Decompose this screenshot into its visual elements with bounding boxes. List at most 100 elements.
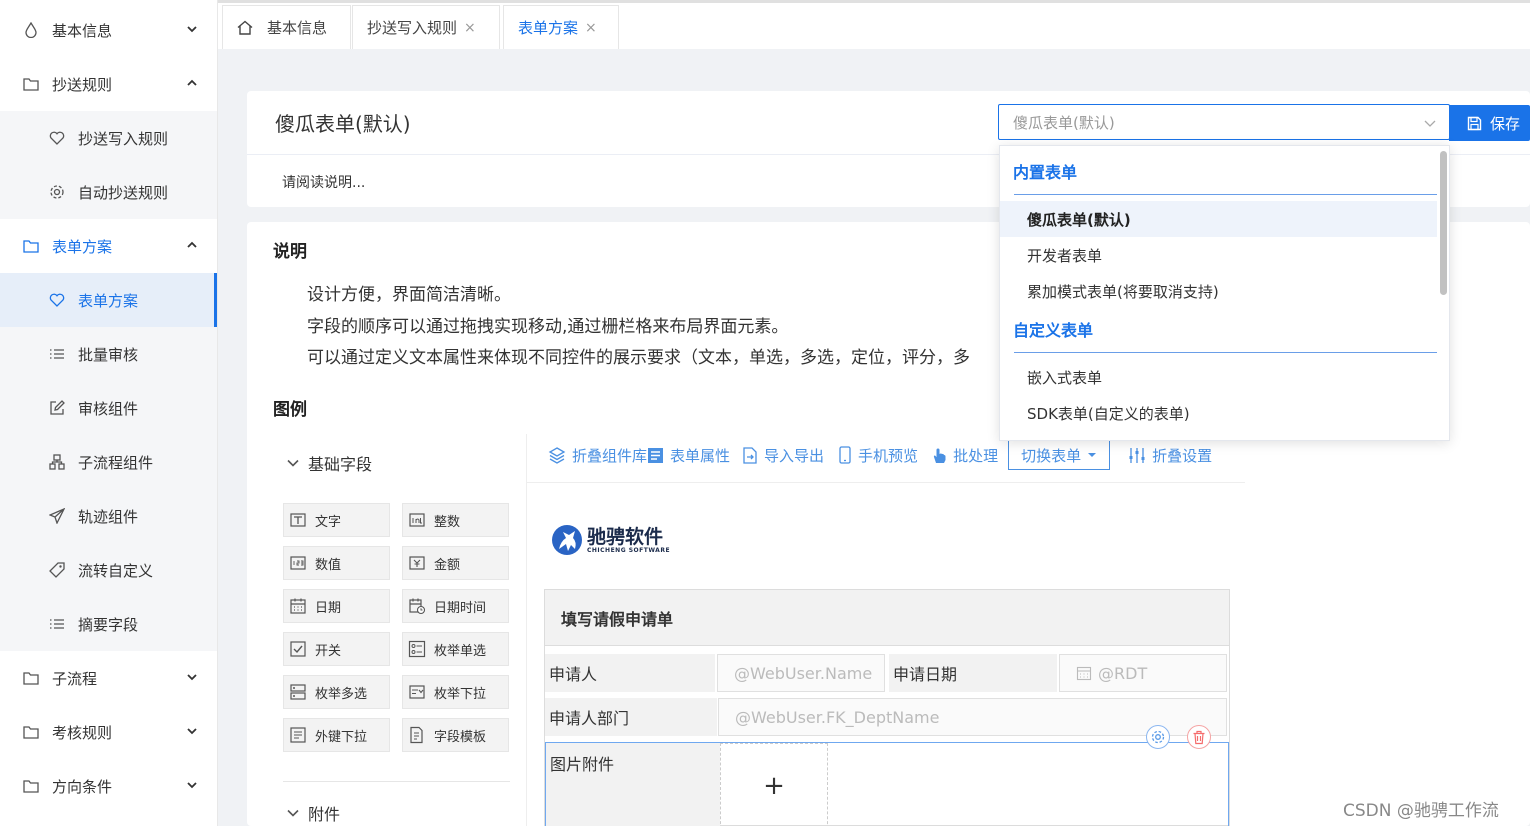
collapse-library-button[interactable]: 折叠组件库 bbox=[548, 445, 647, 466]
sidebar-item-label: 抄送写入规则 bbox=[78, 129, 169, 148]
sidebar-item-batch-review[interactable]: 批量审核 bbox=[0, 327, 217, 381]
sidebar-item-subflow[interactable]: 子流程 bbox=[0, 651, 217, 705]
applicant-field[interactable]: @WebUser.Name bbox=[717, 654, 885, 692]
mobile-preview-button[interactable]: 手机预览 bbox=[838, 445, 918, 466]
field-delete-button[interactable] bbox=[1187, 725, 1211, 749]
form-properties-button[interactable]: 表单属性 bbox=[647, 445, 730, 466]
dropdown-group-builtin: 内置表单 bbox=[1013, 163, 1078, 182]
palette-heading: 附件 bbox=[308, 805, 341, 824]
palette-basic-fields-header[interactable]: 基础字段 bbox=[286, 451, 372, 475]
component-label: 枚举多选 bbox=[315, 686, 368, 702]
sidebar-item-basic-info[interactable]: 基本信息 bbox=[0, 3, 217, 57]
form-type-select[interactable]: 傻瓜表单(默认) bbox=[998, 104, 1450, 140]
calendar-icon bbox=[1076, 666, 1092, 681]
component-enum-dropdown[interactable]: 枚举下拉 bbox=[402, 675, 509, 709]
sidebar-item-label: 考核规则 bbox=[52, 723, 113, 742]
import-export-button[interactable]: 导入导出 bbox=[742, 445, 824, 466]
tab-basic-info[interactable]: 基本信息 bbox=[222, 5, 351, 49]
template-icon bbox=[410, 726, 423, 744]
switch-form-label: 切换表单 bbox=[1021, 446, 1082, 465]
sidebar-item-direction-conditions[interactable]: 方向条件 bbox=[0, 759, 217, 813]
field-settings-button[interactable] bbox=[1146, 725, 1170, 749]
tab-form-scheme[interactable]: 表单方案 × bbox=[503, 5, 619, 49]
tab-cc-write-rule[interactable]: 抄送写入规则 × bbox=[352, 5, 500, 49]
palette-heading: 基础字段 bbox=[308, 455, 373, 474]
toolbar-label: 折叠组件库 bbox=[572, 446, 648, 465]
home-icon bbox=[237, 20, 253, 35]
save-icon bbox=[1467, 116, 1482, 131]
component-datetime[interactable]: 日期时间 bbox=[402, 589, 509, 623]
sidebar-item-label: 抄送规则 bbox=[52, 75, 113, 94]
chevron-down-icon bbox=[187, 26, 197, 33]
component-amount[interactable]: 金额 bbox=[402, 546, 509, 580]
drop-icon bbox=[22, 21, 40, 39]
sidebar-item-label: 轨迹组件 bbox=[78, 507, 139, 526]
sidebar-item-track-component[interactable]: 轨迹组件 bbox=[0, 489, 217, 543]
component-label: 字段模板 bbox=[434, 729, 487, 745]
dropdown-icon bbox=[409, 685, 425, 699]
sidebar-item-auto-cc-rule[interactable]: 自动抄送规则 bbox=[0, 165, 217, 219]
batch-process-button[interactable]: 批处理 bbox=[932, 445, 998, 466]
watermark: CSDN @驰骋工作流 bbox=[1343, 801, 1499, 821]
dropdown-option[interactable]: 傻瓜表单(默认) bbox=[1000, 201, 1437, 237]
image-attachment-row[interactable]: 图片附件 + bbox=[545, 742, 1229, 826]
component-text[interactable]: 文字 bbox=[283, 503, 390, 537]
form-icon bbox=[648, 447, 664, 463]
sidebar-item-label: 流转自定义 bbox=[78, 561, 154, 580]
number-icon bbox=[290, 556, 306, 570]
applicant-label: 申请人 bbox=[545, 654, 715, 692]
tab-label: 基本信息 bbox=[267, 19, 328, 37]
tab-label: 表单方案 bbox=[518, 19, 579, 37]
sidebar-item-review-component[interactable]: 审核组件 bbox=[0, 381, 217, 435]
toolbar-label: 批处理 bbox=[953, 446, 999, 465]
dropdown-group-divider bbox=[1014, 194, 1437, 195]
dropdown-scrollbar[interactable] bbox=[1440, 151, 1447, 295]
chevron-up-icon bbox=[187, 79, 197, 86]
plus-icon: + bbox=[763, 771, 785, 801]
palette-divider bbox=[283, 781, 510, 782]
close-icon[interactable]: × bbox=[464, 20, 476, 36]
apply-date-field[interactable]: @RDT bbox=[1059, 654, 1227, 692]
save-button[interactable]: 保存 bbox=[1449, 105, 1530, 141]
sidebar-item-label: 子流程 bbox=[52, 669, 98, 688]
sidebar-item-label: 表单方案 bbox=[78, 291, 139, 310]
add-attachment-button[interactable]: + bbox=[720, 743, 828, 826]
component-enum-multi[interactable]: 枚举多选 bbox=[283, 675, 390, 709]
chevron-down-icon bbox=[187, 728, 197, 735]
component-switch[interactable]: 开关 bbox=[283, 632, 390, 666]
component-integer[interactable]: 整数 bbox=[402, 503, 509, 537]
sidebar-item-cc-write-rule[interactable]: 抄送写入规则 bbox=[0, 111, 217, 165]
apply-date-label: 申请日期 bbox=[889, 654, 1057, 692]
dropdown-option[interactable]: 嵌入式表单 bbox=[1000, 359, 1437, 395]
palette-attachment-header[interactable]: 附件 bbox=[286, 801, 340, 825]
field-placeholder: @WebUser.Name bbox=[734, 663, 873, 683]
sidebar-item-summary-field[interactable]: 摘要字段 bbox=[0, 597, 217, 651]
component-enum-radio[interactable]: 枚举单选 bbox=[402, 632, 509, 666]
designer-toolbar: 折叠组件库 表单属性 导入导出 手机预览 批处理 切换表单 折叠设置 bbox=[548, 440, 1212, 470]
dropdown-option[interactable]: 累加模式表单(将要取消支持) bbox=[1000, 273, 1437, 309]
dropdown-group-divider bbox=[1014, 352, 1437, 353]
switch-form-button[interactable]: 切换表单 bbox=[1008, 440, 1111, 470]
folder-icon bbox=[22, 669, 40, 687]
save-label: 保存 bbox=[1490, 114, 1521, 133]
sidebar-item-cc-rules[interactable]: 抄送规则 bbox=[0, 57, 217, 111]
dropdown-option[interactable]: 开发者表单 bbox=[1000, 237, 1437, 273]
sidebar-item-form-scheme[interactable]: 表单方案 bbox=[0, 273, 217, 327]
component-label: 枚举下拉 bbox=[434, 686, 487, 702]
folder-icon bbox=[22, 75, 40, 93]
sidebar-item-flow-custom[interactable]: 流转自定义 bbox=[0, 543, 217, 597]
component-number[interactable]: 数值 bbox=[283, 546, 390, 580]
chevron-down-icon bbox=[187, 674, 197, 681]
sidebar-item-subflow-component[interactable]: 子流程组件 bbox=[0, 435, 217, 489]
component-date[interactable]: 日期 bbox=[283, 589, 390, 623]
dropdown-option[interactable]: SDK表单(自定义的表单) bbox=[1000, 395, 1437, 431]
component-field-template[interactable]: 字段模板 bbox=[402, 718, 509, 752]
chevron-down-icon bbox=[287, 809, 299, 817]
close-icon[interactable]: × bbox=[585, 20, 597, 36]
component-fk-dropdown[interactable]: 外键下拉 bbox=[283, 718, 390, 752]
sidebar-item-assessment-rules[interactable]: 考核规则 bbox=[0, 705, 217, 759]
fold-settings-button[interactable]: 折叠设置 bbox=[1128, 445, 1212, 466]
folder-icon bbox=[22, 237, 40, 255]
hand-icon bbox=[933, 448, 946, 463]
sidebar-item-form-scheme-group[interactable]: 表单方案 bbox=[0, 219, 217, 273]
